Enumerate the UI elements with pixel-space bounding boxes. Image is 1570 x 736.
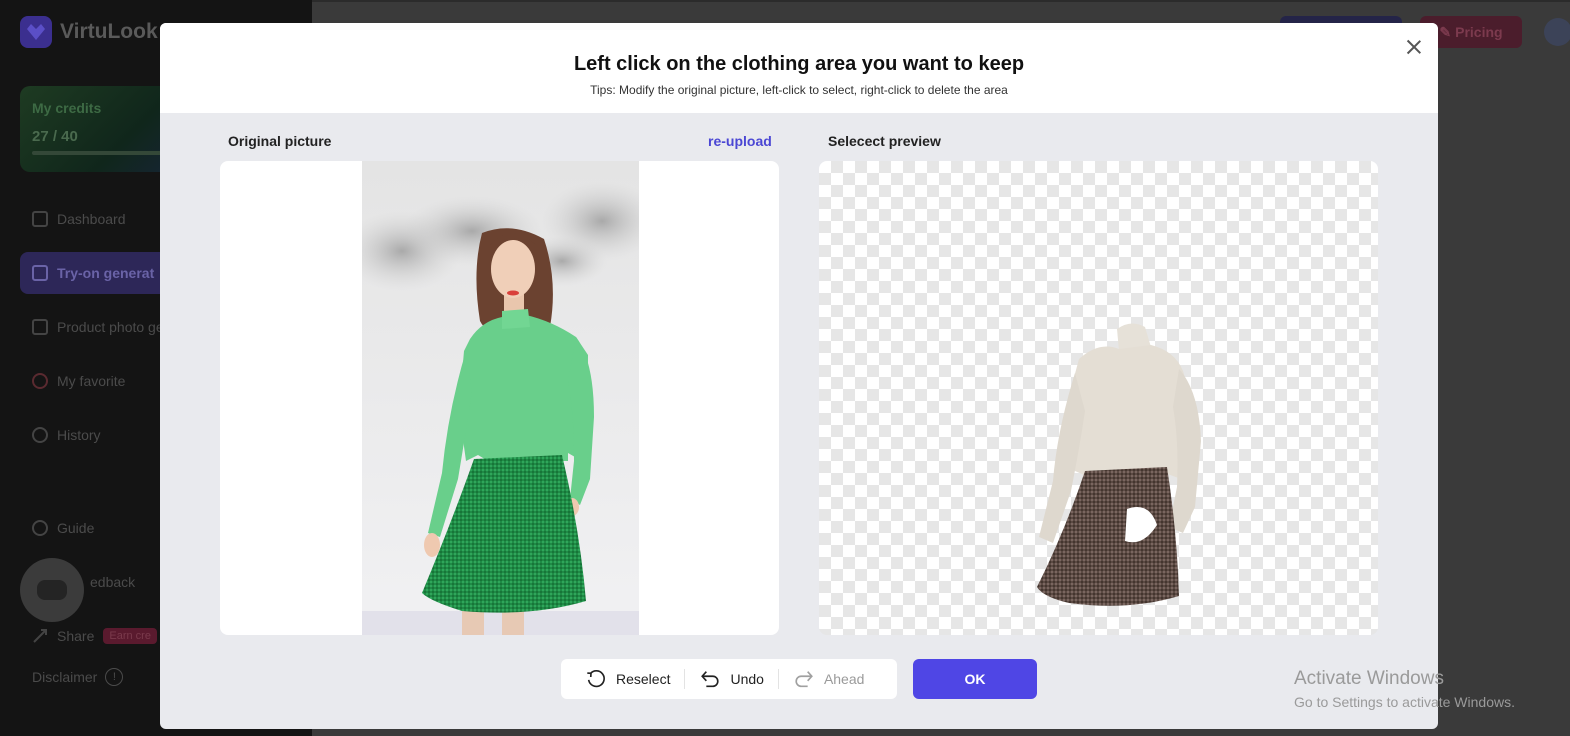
- dashboard-icon: [32, 211, 48, 227]
- ahead-label: Ahead: [823, 671, 865, 687]
- logo-icon: [20, 16, 52, 48]
- watermark-title: Activate Windows: [1294, 668, 1444, 689]
- pricing-label: Pricing: [1455, 24, 1503, 40]
- modal-tips: Tips: Modify the original picture, left-…: [590, 83, 1008, 97]
- redo-icon: [795, 671, 813, 688]
- shirt-icon: [32, 265, 48, 281]
- clothing-cutout-preview: [1037, 323, 1201, 606]
- clothing-select-modal: Left click on the clothing area you want…: [160, 23, 1438, 729]
- edit-toolbar: Reselect Undo Ahead: [561, 659, 897, 699]
- avatar[interactable]: [1544, 18, 1570, 46]
- heart-icon: [32, 373, 48, 389]
- close-icon[interactable]: [1402, 35, 1426, 59]
- ok-button[interactable]: OK: [913, 659, 1037, 699]
- history-icon: [32, 427, 48, 443]
- watermark-subtitle: Go to Settings to activate Windows.: [1294, 694, 1515, 710]
- sidebar-item-label: Share: [57, 628, 95, 644]
- activate-windows-watermark: Activate Windows Go to Settings to activ…: [1294, 668, 1515, 710]
- pricing-icon: ✎: [1439, 23, 1452, 40]
- chat-bubble-icon[interactable]: [20, 558, 84, 622]
- original-picture-label: Original picture: [228, 133, 332, 149]
- earn-credits-badge: Earn cre: [103, 628, 157, 644]
- reselect-label: Reselect: [616, 671, 671, 687]
- modal-title: Left click on the clothing area you want…: [573, 53, 1025, 75]
- original-photo[interactable]: [362, 161, 639, 635]
- undo-icon: [701, 671, 720, 688]
- app-name: VirtuLook: [60, 20, 158, 43]
- sidebar-item-label: Dashboard: [57, 211, 126, 227]
- question-icon: [32, 520, 48, 536]
- undo-label: Undo: [730, 671, 764, 687]
- undo-button[interactable]: Undo: [685, 667, 777, 691]
- info-icon: !: [105, 668, 124, 686]
- select-preview-canvas: [819, 161, 1378, 635]
- original-picture-canvas[interactable]: [220, 161, 779, 635]
- sidebar-item-label: Guide: [57, 520, 95, 536]
- sidebar-item-label: Product photo ge: [57, 319, 164, 335]
- reselect-icon: [587, 670, 605, 688]
- ahead-button[interactable]: Ahead: [779, 667, 878, 691]
- app-logo: VirtuLook: [20, 16, 158, 48]
- reupload-link[interactable]: re-upload: [708, 133, 772, 149]
- credits-progress-bar: [32, 151, 172, 155]
- disclaimer-link[interactable]: Disclaimer !: [32, 668, 124, 686]
- image-icon: [32, 319, 48, 335]
- sidebar-item-label: History: [57, 427, 101, 443]
- select-preview-label: Selecect preview: [828, 133, 941, 149]
- disclaimer-label: Disclaimer: [32, 669, 98, 685]
- share-icon: [32, 628, 48, 644]
- reselect-button[interactable]: Reselect: [571, 667, 684, 691]
- sidebar-item-label: Try-on generat: [57, 265, 155, 281]
- sidebar-item-label: My favorite: [57, 373, 126, 389]
- sidebar-item-label: edback: [90, 574, 136, 590]
- modal-header: Left click on the clothing area you want…: [160, 23, 1438, 113]
